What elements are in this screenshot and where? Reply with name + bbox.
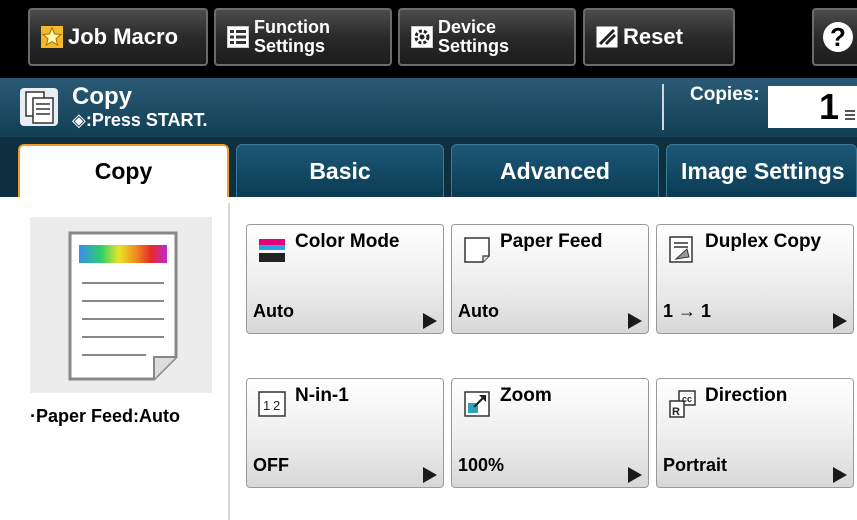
device-settings-button[interactable]: Device Settings xyxy=(398,8,576,66)
color-mode-arrow-icon xyxy=(423,313,437,329)
reset-icon xyxy=(596,26,618,48)
device-settings-label: Device Settings xyxy=(438,18,509,56)
document-preview xyxy=(30,217,212,393)
svg-text:2: 2 xyxy=(273,398,280,413)
n-in-1-arrow-icon xyxy=(423,467,437,483)
mode-title: Copy xyxy=(72,83,132,110)
paper-feed-label: Paper Feed xyxy=(500,231,603,252)
paper-feed-button[interactable]: Paper Feed Auto xyxy=(451,224,649,334)
direction-button[interactable]: R cc Direction Portrait xyxy=(656,378,854,488)
direction-icon: R cc xyxy=(669,390,696,418)
zoom-button[interactable]: Zoom 100% xyxy=(451,378,649,488)
tab-copy-label: Copy xyxy=(94,158,153,184)
n-in-1-icon: 1 2 xyxy=(258,391,286,417)
help-icon: ? xyxy=(823,22,853,52)
status-bar: Copy ◈:Press START. Copies: 1 xyxy=(0,78,857,137)
tab-image-settings[interactable]: Image Settings xyxy=(666,144,857,197)
svg-text:cc: cc xyxy=(682,394,692,404)
keypad-icon xyxy=(845,110,855,122)
zoom-icon xyxy=(464,391,490,417)
n-in-1-label: N-in-1 xyxy=(295,385,349,406)
device-settings-icon xyxy=(411,26,433,48)
direction-label: Direction xyxy=(705,385,788,406)
zoom-label: Zoom xyxy=(500,385,552,406)
duplex-copy-arrow-icon xyxy=(833,313,847,329)
paper-feed-icon xyxy=(464,237,490,263)
device-settings-line2: Settings xyxy=(438,36,510,56)
tab-copy[interactable]: Copy xyxy=(18,144,229,197)
tab-advanced-label: Advanced xyxy=(500,157,610,184)
reset-label: Reset xyxy=(623,24,683,49)
paper-feed-status: ·Paper Feed:Auto xyxy=(30,406,181,426)
color-mode-value: Auto xyxy=(253,301,294,321)
color-mode-button[interactable]: Color Mode Auto xyxy=(246,224,444,334)
color-mode-label: Color Mode xyxy=(295,231,400,252)
color-mode-icon xyxy=(259,239,285,262)
help-button[interactable]: ? xyxy=(812,8,857,66)
copy-icon xyxy=(20,88,58,126)
zoom-value: 100% xyxy=(458,455,505,475)
function-settings-icon xyxy=(227,26,249,48)
direction-arrow-icon xyxy=(833,467,847,483)
copies-label: Copies: xyxy=(690,84,760,105)
duplex-copy-value: 1 → 1 xyxy=(663,301,712,321)
svg-text:R: R xyxy=(672,406,680,418)
copies-input[interactable]: 1 xyxy=(768,86,857,128)
duplex-copy-label: Duplex Copy xyxy=(705,231,822,252)
star-icon xyxy=(41,26,63,48)
status-divider xyxy=(662,84,664,130)
zoom-arrow-icon xyxy=(628,467,642,483)
n-in-1-value: OFF xyxy=(253,455,289,475)
copies-value: 1 xyxy=(818,86,839,127)
tab-advanced[interactable]: Advanced xyxy=(451,144,659,197)
job-macro-label: Job Macro xyxy=(68,24,179,49)
function-settings-line1: Function xyxy=(254,17,330,37)
reset-button[interactable]: Reset xyxy=(583,8,735,66)
direction-value: Portrait xyxy=(663,455,728,475)
duplex-copy-button[interactable]: Duplex Copy 1 → 1 xyxy=(656,224,854,334)
top-toolbar: Job Macro Function Settings Device Setti… xyxy=(0,0,857,78)
n-in-1-button[interactable]: 1 2 N-in-1 OFF xyxy=(246,378,444,488)
device-settings-line1: Device xyxy=(438,17,497,37)
tab-basic[interactable]: Basic xyxy=(236,144,444,197)
function-settings-line2: Settings xyxy=(254,36,326,56)
tab-image-settings-label: Image Settings xyxy=(681,157,845,184)
preview-divider xyxy=(228,203,230,520)
function-settings-label: Function Settings xyxy=(254,18,330,56)
duplex-copy-icon xyxy=(669,236,693,263)
job-macro-button[interactable]: Job Macro xyxy=(28,8,208,66)
tab-basic-label: Basic xyxy=(309,157,371,184)
svg-text:1: 1 xyxy=(263,398,270,413)
tab-bar: Copy Basic Advanced Image Settings xyxy=(0,137,857,197)
paper-feed-value: Auto xyxy=(458,301,499,321)
page-preview-icon xyxy=(68,231,178,381)
function-settings-button[interactable]: Function Settings xyxy=(214,8,392,66)
status-message: ◈:Press START. xyxy=(72,110,208,130)
paper-feed-arrow-icon xyxy=(628,313,642,329)
